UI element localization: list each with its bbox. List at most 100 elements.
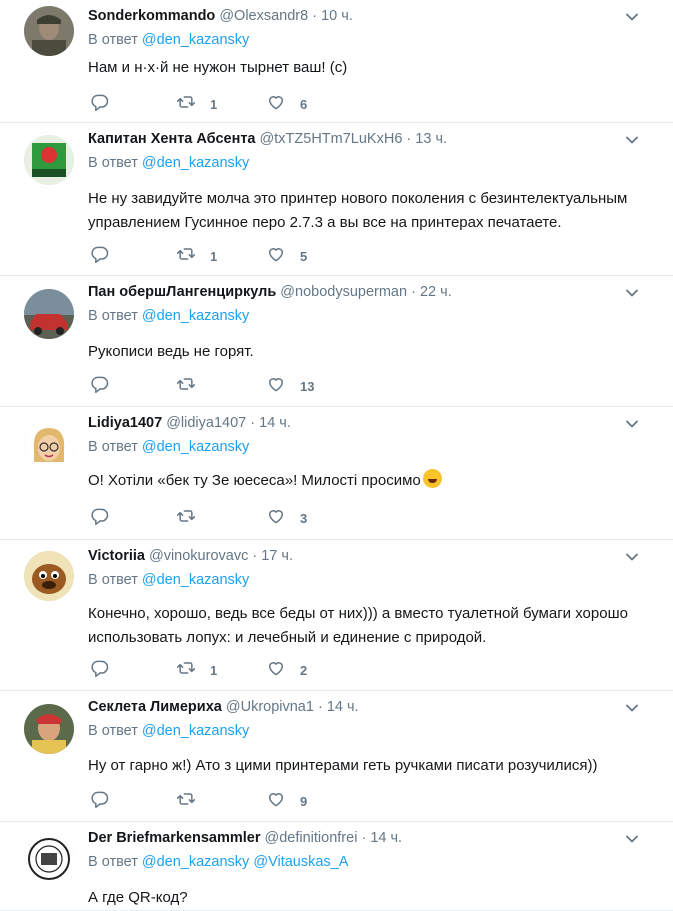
tweet[interactable]: Victoriia @vinokurovavc · 17 ч. В ответ … [0,540,673,691]
user-handle[interactable]: @lidiya1407 [166,415,246,431]
chevron-down-icon[interactable] [625,133,639,147]
avatar[interactable] [24,135,74,185]
tweet-text: Нам и н·х·й не нужон тырнет ваш! (с) [88,56,653,80]
retweet-count: 1 [210,662,218,678]
reply-icon [90,244,110,269]
like-button[interactable]: 9 [266,790,307,812]
retweet-icon [176,658,196,683]
like-count: 6 [300,96,308,112]
avatar[interactable] [24,704,74,754]
tweet-body: О! Хотіли «бек ту Зе юесеса»! Милості пр… [88,472,421,489]
display-name[interactable]: Der Briefmarkensammler [88,830,260,846]
like-icon [266,506,286,531]
user-handle[interactable]: @Olexsandr8 [219,8,308,24]
reply-button[interactable] [90,93,124,115]
display-name[interactable]: Секлета Лимериха [88,699,222,715]
chevron-down-icon[interactable] [625,550,639,564]
mention-link[interactable]: @den_kazansky [142,32,249,48]
mention-link[interactable]: @den_kazansky [142,308,249,324]
user-handle[interactable]: @vinokurovavc [149,548,248,564]
like-icon [266,658,286,683]
like-count: 9 [300,793,308,809]
tweet[interactable]: Пан обершЛангенциркуль @nobodysuperman ·… [0,276,673,407]
user-handle[interactable]: @definitionfrei [265,830,358,846]
retweet-icon [176,92,196,117]
like-button[interactable]: 2 [266,659,307,681]
tweet[interactable]: Sonderkommando @Olexsandr8 · 10 ч. В отв… [0,0,673,123]
tweet-text: О! Хотіли «бек ту Зе юесеса»! Милості пр… [88,469,653,493]
reply-button[interactable] [90,659,124,681]
retweet-icon [176,244,196,269]
display-name[interactable]: Sonderkommando [88,8,215,24]
retweet-button[interactable] [176,507,210,529]
like-count: 2 [300,662,308,678]
tweet-time[interactable]: 14 ч. [259,415,291,431]
mention-link[interactable]: @den_kazansky [142,723,249,739]
chevron-down-icon[interactable] [625,286,639,300]
like-icon [266,92,286,117]
avatar[interactable] [24,834,74,884]
tweet-text: А где QR-код? [88,886,653,910]
tweet-time[interactable]: 17 ч. [261,548,293,564]
reply-context: В ответ @den_kazansky [88,32,249,48]
tweet-time[interactable]: 13 ч. [415,131,447,147]
tweet[interactable]: Секлета Лимериха @Ukropivna1 · 14 ч. В о… [0,691,673,822]
reply-prefix: В ответ [88,155,138,171]
tweet[interactable]: Der Briefmarkensammler @definitionfrei ·… [0,822,673,911]
retweet-button[interactable] [176,790,210,812]
mention-link[interactable]: @den_kazansky [142,439,249,455]
user-handle[interactable]: @txTZ5HTm7LuKxH6 [260,131,403,147]
chevron-down-icon[interactable] [625,832,639,846]
display-name[interactable]: Lidiya1407 [88,415,162,431]
tweet-time[interactable]: 22 ч. [420,284,452,300]
reply-icon [90,374,110,399]
reply-icon [90,658,110,683]
chevron-down-icon[interactable] [625,701,639,715]
reply-button[interactable] [90,375,124,397]
mention-link[interactable]: @den_kazansky [142,155,249,171]
like-button[interactable]: 13 [266,375,314,397]
tweet-time[interactable]: 14 ч. [327,699,359,715]
like-button[interactable]: 5 [266,245,307,267]
avatar[interactable] [24,551,74,601]
retweet-button[interactable]: 1 [176,93,217,115]
display-name[interactable]: Victoriia [88,548,145,564]
reply-timeline: Sonderkommando @Olexsandr8 · 10 ч. В отв… [0,0,673,911]
chevron-down-icon[interactable] [625,10,639,24]
like-button[interactable]: 3 [266,507,307,529]
user-handle[interactable]: @Ukropivna1 [226,699,314,715]
display-name[interactable]: Пан обершЛангенциркуль [88,284,276,300]
tweet[interactable]: Капитан Хента Абсента @txTZ5HTm7LuKxH6 ·… [0,123,673,276]
tweet[interactable]: Lidiya1407 @lidiya1407 · 14 ч. В ответ @… [0,407,673,540]
avatar[interactable] [24,289,74,339]
mention-link[interactable]: @Vitauskas_A [253,854,348,870]
reply-context: В ответ @den_kazansky [88,439,249,455]
reply-button[interactable] [90,790,124,812]
reply-button[interactable] [90,507,124,529]
tweet-body: Рукописи ведь не горят. [88,343,254,360]
avatar[interactable] [24,420,74,470]
chevron-down-icon[interactable] [625,417,639,431]
tweet-time[interactable]: 10 ч. [321,8,353,24]
mention-link[interactable]: @den_kazansky [142,572,249,588]
like-icon [266,244,286,269]
retweet-button[interactable] [176,375,210,397]
retweet-button[interactable]: 1 [176,245,217,267]
display-name[interactable]: Капитан Хента Абсента [88,131,256,147]
reply-button[interactable] [90,245,124,267]
retweet-button[interactable]: 1 [176,659,217,681]
tweet-header: Пан обершЛангенциркуль @nobodysuperman ·… [88,284,452,300]
reply-context: В ответ @den_kazansky [88,572,249,588]
tweet-header: Секлета Лимериха @Ukropivna1 · 14 ч. [88,699,359,715]
reply-prefix: В ответ [88,572,138,588]
avatar[interactable] [24,6,74,56]
like-button[interactable]: 6 [266,93,307,115]
like-count: 3 [300,510,308,526]
tweet-header: Sonderkommando @Olexsandr8 · 10 ч. [88,8,353,24]
user-handle[interactable]: @nobodysuperman [280,284,407,300]
tweet-time[interactable]: 14 ч. [370,830,402,846]
reply-prefix: В ответ [88,308,138,324]
tweet-header: Victoriia @vinokurovavc · 17 ч. [88,548,293,564]
mention-link[interactable]: @den_kazansky [142,854,249,870]
retweet-count: 1 [210,96,218,112]
